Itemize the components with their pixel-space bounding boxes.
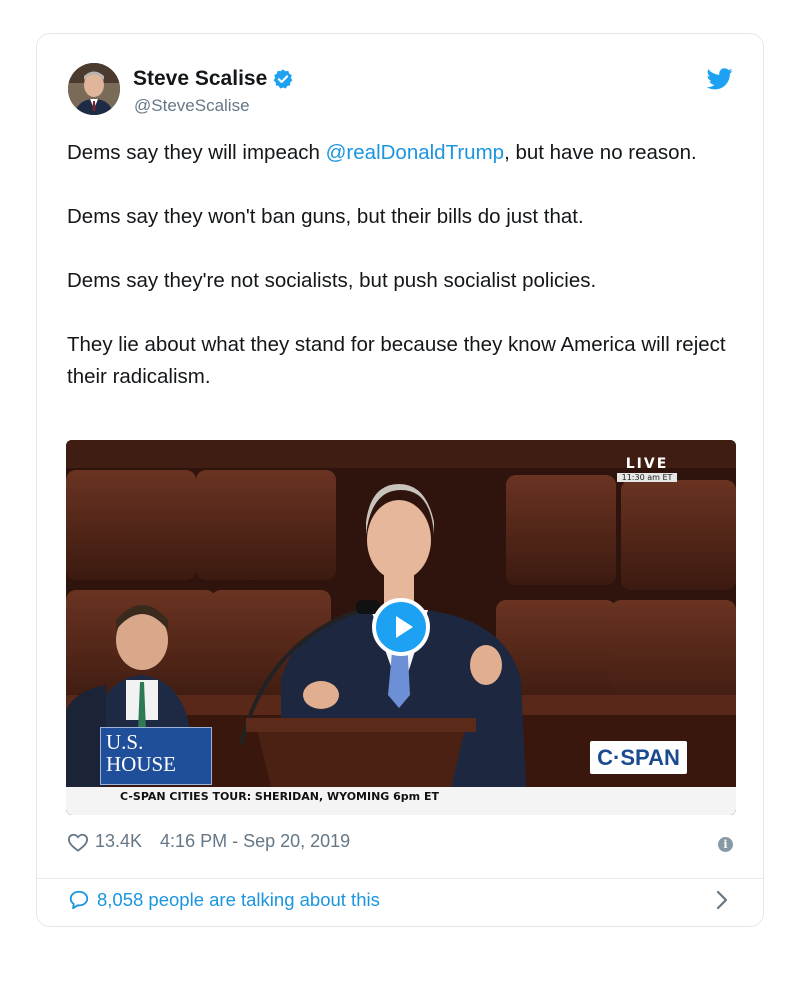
us-house-logo: U.S. HOUSE — [100, 727, 212, 785]
tweet-card[interactable]: Steve Scalise @SteveScalise Dems say the… — [36, 33, 764, 927]
heart-icon[interactable] — [67, 832, 89, 852]
video-player[interactable]: LIVE 11:30 am ET U.S. HOUSE C·SPAN C-SPA… — [66, 440, 736, 815]
house-logo-line2: HOUSE — [106, 752, 177, 776]
tweet-paragraph: Dems say they're not socialists, but pus… — [67, 269, 597, 292]
live-time: 11:30 am ET — [617, 473, 677, 482]
tweet-paragraph: They lie about what they stand for becau… — [67, 333, 726, 388]
live-indicator: LIVE 11:30 am ET — [615, 453, 679, 482]
speech-bubble-icon — [69, 890, 89, 910]
tweet-meta: 13.4K 4:16 PM - Sep 20, 2019 — [67, 831, 350, 852]
author-line[interactable]: Steve Scalise — [133, 67, 294, 91]
divider — [37, 878, 763, 879]
tweet-text-segment: , but have no reason. — [504, 141, 697, 164]
like-count[interactable]: 13.4K — [95, 831, 142, 852]
tweet-text-segment: Dems say they will impeach — [67, 141, 326, 164]
news-ticker: C-SPAN CITIES TOUR: SHERIDAN, WYOMING 6p… — [66, 787, 736, 815]
twitter-bird-icon[interactable] — [707, 68, 733, 90]
house-logo-line1: U.S. — [106, 730, 144, 754]
info-icon[interactable]: i — [718, 837, 733, 852]
tweet-paragraph: Dems say they won't ban guns, but their … — [67, 205, 584, 228]
author-handle[interactable]: @SteveScalise — [134, 96, 250, 116]
mention-link[interactable]: @realDonaldTrump — [326, 141, 504, 164]
tweet-text: Dems say they will impeach @realDonaldTr… — [67, 137, 735, 425]
avatar[interactable] — [68, 63, 120, 115]
play-icon[interactable] — [372, 598, 430, 656]
conversation-link[interactable]: 8,058 people are talking about this — [67, 889, 380, 911]
cspan-logo: C·SPAN — [590, 741, 687, 774]
author-name[interactable]: Steve Scalise — [133, 67, 267, 91]
verified-badge-icon — [273, 69, 293, 89]
talking-count[interactable]: 8,058 people are talking about this — [97, 889, 380, 911]
timestamp[interactable]: 4:16 PM - Sep 20, 2019 — [160, 831, 350, 852]
chevron-right-icon[interactable] — [715, 889, 729, 911]
tweet-paragraph: Dems say they will impeach @realDonaldTr… — [67, 137, 735, 169]
live-label: LIVE — [625, 456, 669, 472]
